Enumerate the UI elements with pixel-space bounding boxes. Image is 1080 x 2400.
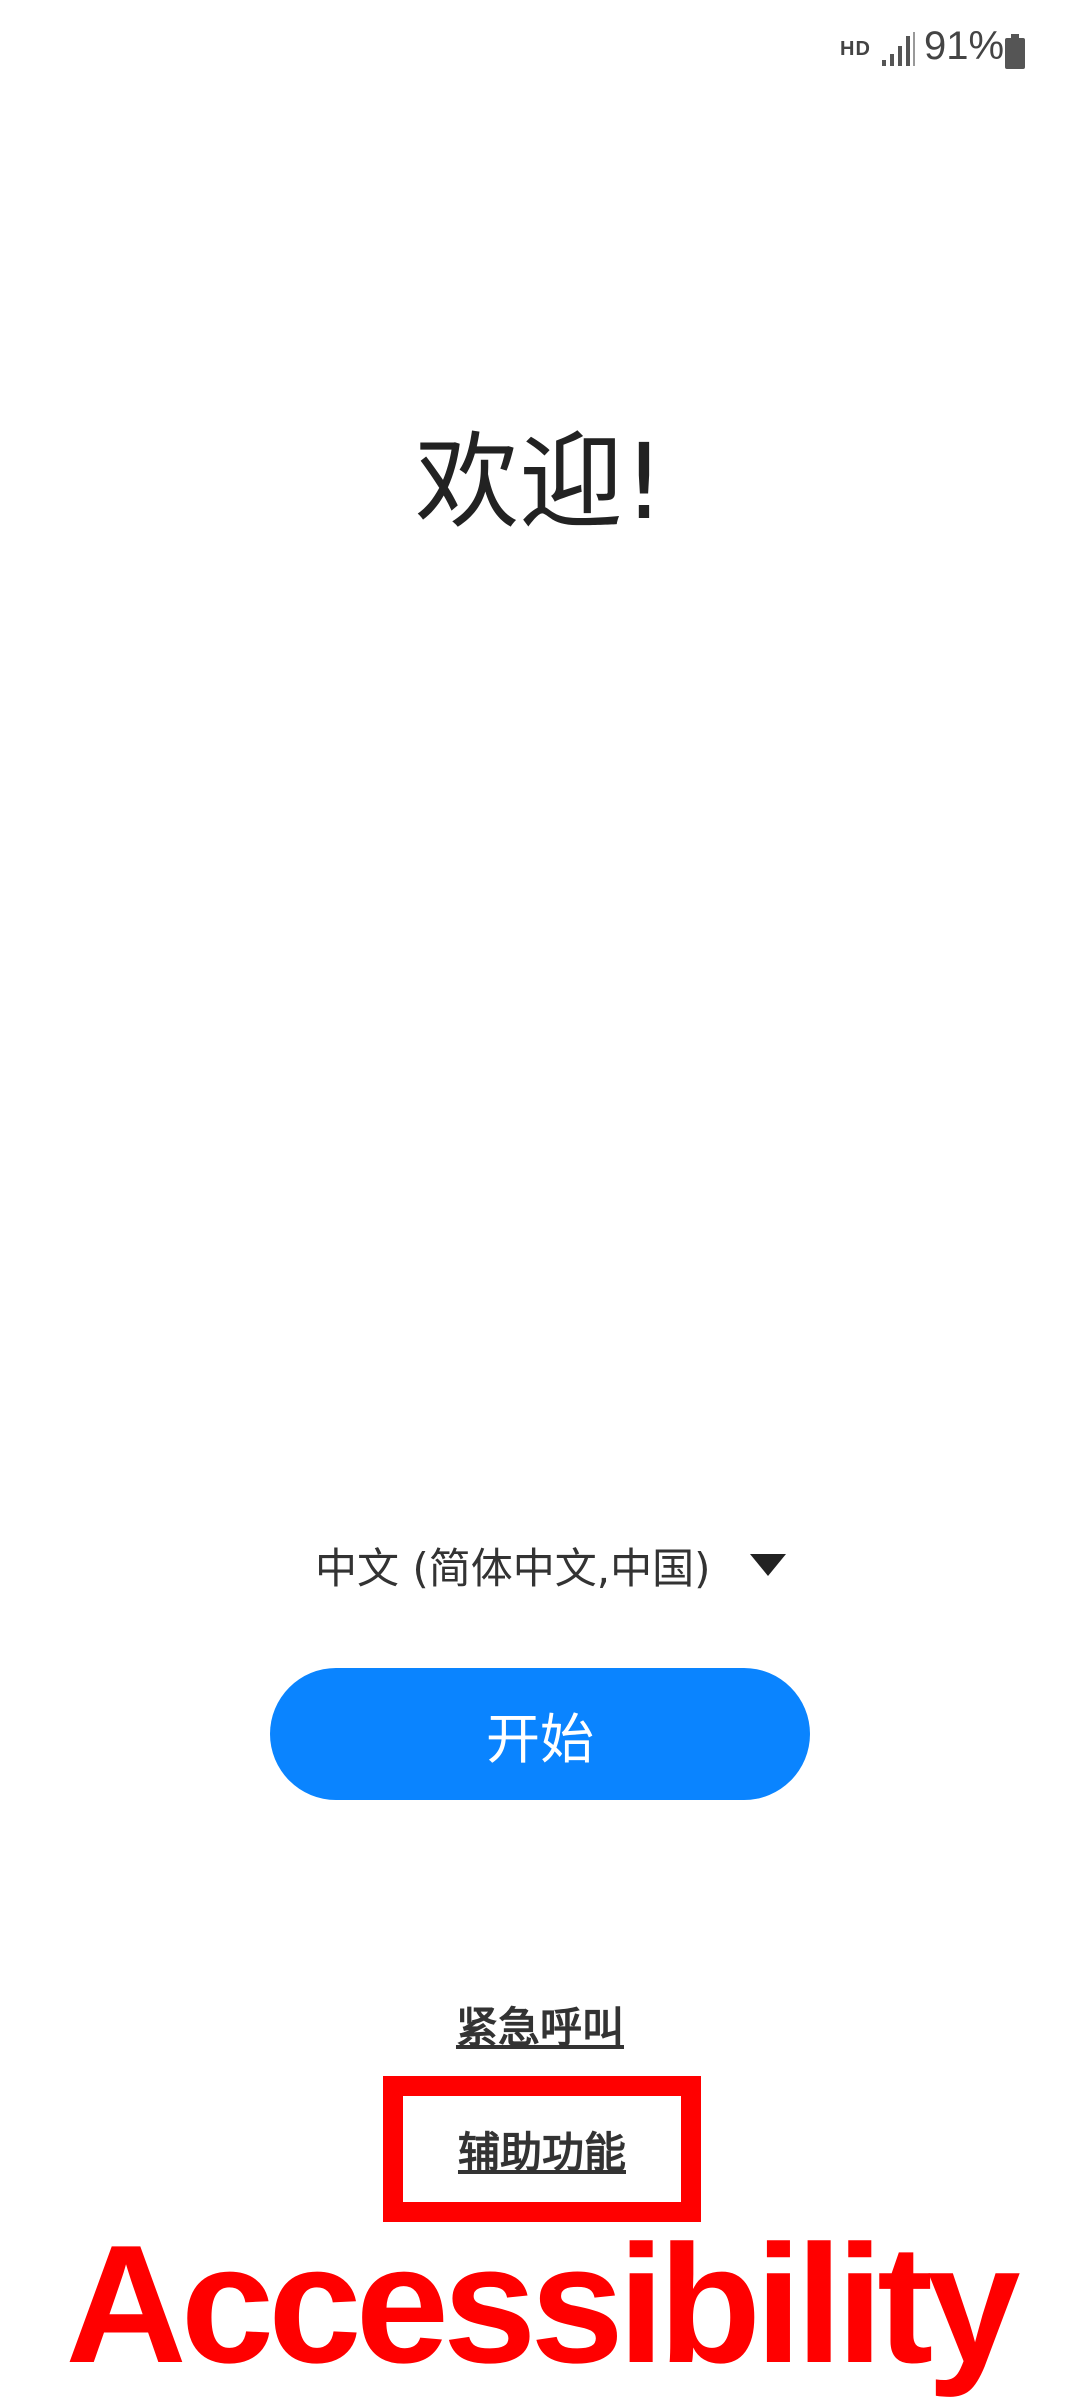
battery-icon (1005, 34, 1025, 69)
battery-percent: 91% (924, 24, 1005, 68)
start-button[interactable]: 开始 (270, 1668, 810, 1800)
annotation-label: Accessibility (65, 2210, 1020, 2398)
accessibility-highlight-box: 辅助功能 (383, 2076, 701, 2222)
accessibility-link[interactable]: 辅助功能 (458, 2119, 626, 2180)
welcome-title: 欢迎! (415, 421, 665, 543)
status-bar: HD 91% (0, 0, 1080, 100)
language-selector[interactable]: 中文 (简体中文,中国) (300, 1530, 800, 1600)
language-label: 中文 (简体中文,中国) (315, 1543, 711, 1593)
signal-icon (882, 32, 915, 66)
hd-badge: HD (840, 38, 871, 60)
triangle-down-icon (750, 1554, 787, 1576)
emergency-call-link[interactable]: 紧急呼叫 (0, 1994, 1080, 2055)
